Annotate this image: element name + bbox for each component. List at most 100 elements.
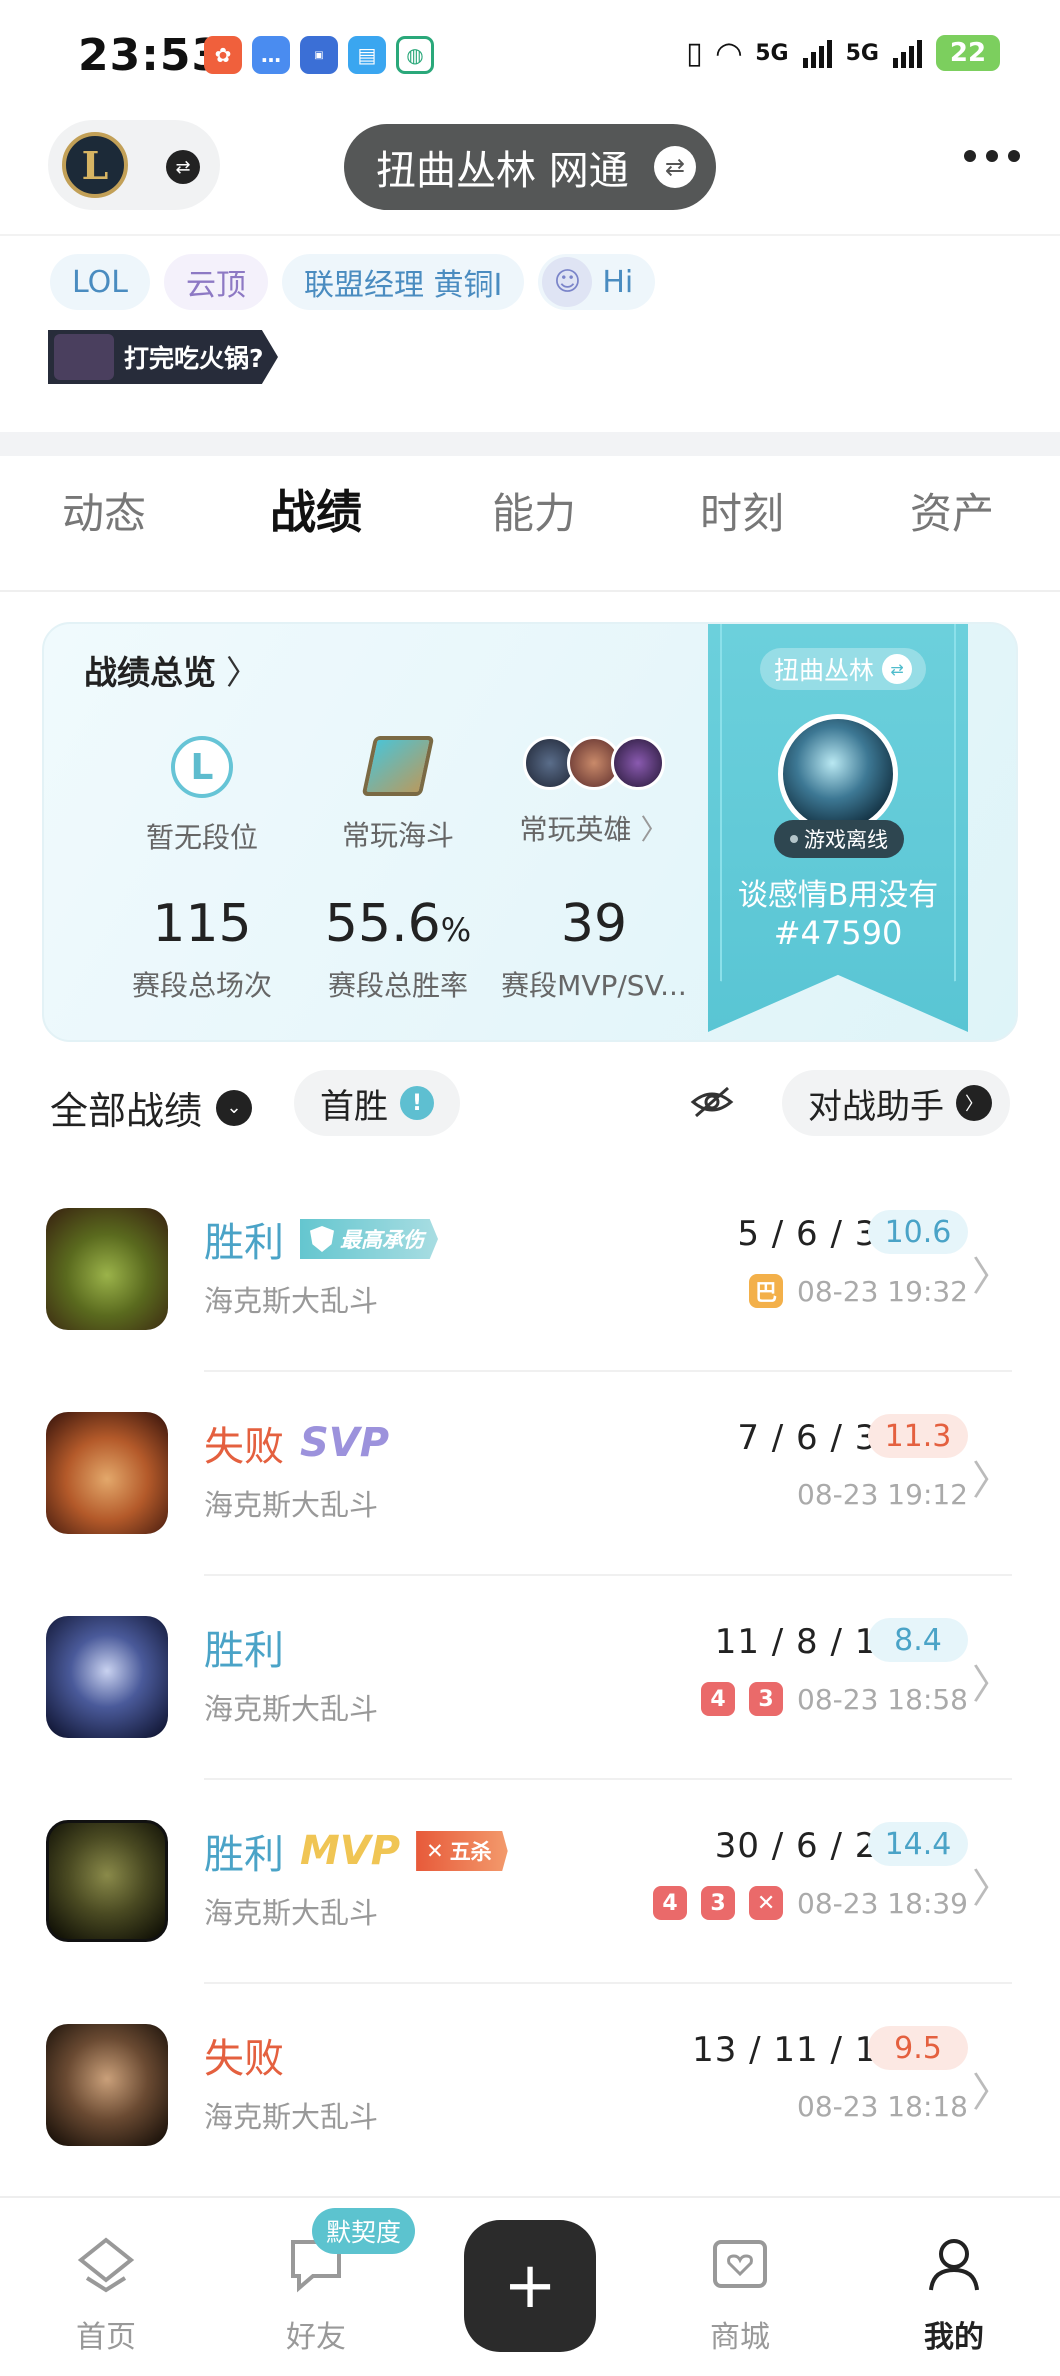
first-win-button[interactable]: 首胜 !	[294, 1070, 460, 1136]
penta-kill-icon: ✕	[749, 1886, 784, 1920]
divider	[0, 234, 1060, 236]
record-overview-card[interactable]: 战绩总览〉 L 暂无段位 常玩海斗 常玩英雄 〉 115 55.6% 39 赛段…	[42, 622, 1018, 1042]
server-switch-button[interactable]: 扭曲丛林 网通 ⇄	[344, 124, 716, 210]
match-meta: 08-23 19:12	[797, 1478, 968, 1511]
champion-avatar	[46, 1412, 168, 1534]
user-icon	[929, 2239, 979, 2291]
tag-lol[interactable]: LOL	[50, 254, 150, 310]
match-row[interactable]: 失败 SVP 海克斯大乱斗 7 / 6 / 35 11.3 08-23 19:1…	[0, 1372, 1060, 1576]
nav-home-label: 首页	[76, 2320, 136, 2355]
match-score: 8.4	[868, 1618, 968, 1662]
match-meta: 巴 08-23 19:32	[749, 1274, 968, 1308]
chevron-down-icon: ⌄	[216, 1089, 253, 1126]
position-label: 常玩海斗	[341, 819, 454, 852]
position-icon	[361, 736, 435, 796]
mvp-count-value: 39	[560, 894, 628, 954]
swap-icon: ⇄	[654, 146, 696, 188]
tab-assets[interactable]: 资产	[910, 480, 994, 541]
match-result: 胜利 最高承伤	[204, 1210, 438, 1268]
chevron-right-icon: 〉	[972, 2070, 1012, 2116]
first-win-label: 首胜	[320, 1086, 388, 1127]
nav-home[interactable]: 首页	[46, 2234, 166, 2356]
chevron-right-icon: 〉	[972, 1662, 1012, 1708]
match-result: 胜利 MVP ✕ 五杀	[204, 1822, 508, 1880]
book-notification-icon: ▤	[348, 36, 386, 74]
home-icon	[77, 2237, 135, 2293]
overview-title[interactable]: 战绩总览〉	[84, 646, 259, 694]
app-market-icon: ▣	[300, 36, 338, 74]
match-result: 失败 SVP	[204, 1420, 390, 1470]
chevron-right-icon: 〉	[972, 1866, 1012, 1912]
chevron-right-icon: 〉	[972, 1254, 1012, 1300]
eye-hidden-icon[interactable]	[690, 1084, 734, 1120]
champion-avatar	[46, 1208, 168, 1330]
tag-tft[interactable]: 云顶	[163, 254, 268, 310]
network-label-2: 5G	[845, 40, 879, 66]
anime-avatar-icon: ☺	[542, 257, 593, 307]
match-time: 08-23 19:12	[797, 1478, 968, 1511]
game-switch-button[interactable]: L ⇄	[48, 120, 220, 210]
player-name: 谈感情B用没有	[737, 878, 939, 913]
banner-text: 打完吃火锅?	[124, 344, 264, 373]
shield-icon	[310, 1226, 334, 1252]
ribbon-server-badge[interactable]: 扭曲丛林 ⇄	[760, 648, 927, 690]
nav-mine[interactable]: 我的	[894, 2234, 1014, 2356]
match-time: 08-23 19:32	[797, 1274, 968, 1308]
match-row[interactable]: 胜利 海克斯大乱斗 11 / 8 / 13 8.4 4 3 08-23 18:5…	[0, 1576, 1060, 1780]
mvp-label: MVP	[300, 1828, 401, 1874]
swap-icon: ⇄	[882, 654, 913, 684]
nav-friends-label: 好友	[286, 2320, 346, 2355]
tab-records[interactable]: 战绩	[270, 476, 362, 542]
tab-moments[interactable]: 时刻	[700, 480, 784, 541]
tag-manager[interactable]: 联盟经理 黄铜I	[281, 254, 525, 310]
game-mode: 海克斯大乱斗	[204, 1488, 379, 1522]
player-tag-id: #47590	[773, 914, 903, 952]
rank-label: 暂无段位	[145, 821, 258, 854]
tag-hi[interactable]: ☺ Hi	[538, 254, 656, 310]
heroes-column[interactable]: 常玩英雄 〉	[494, 736, 694, 848]
add-post-button[interactable]: +	[464, 2220, 596, 2352]
all-records-label: 全部战绩	[50, 1089, 203, 1133]
chevron-right-icon: 〉	[972, 1458, 1012, 1504]
chat-notification-icon: …	[252, 36, 290, 74]
battle-assistant-label: 对战助手	[808, 1086, 944, 1127]
status-indicators: ▯ ◠ 5G 5G 22	[686, 34, 1000, 72]
triple-kill-icon: 3	[701, 1886, 736, 1920]
match-row[interactable]: 胜利 MVP ✕ 五杀 海克斯大乱斗 30 / 6 / 23 14.4 4 3 ✕…	[0, 1780, 1060, 1984]
heroes-label: 常玩英雄 〉	[519, 813, 669, 846]
match-score: 14.4	[868, 1822, 968, 1866]
section-gap	[0, 432, 1060, 456]
achievement-tag: 最高承伤	[300, 1219, 438, 1259]
divider	[0, 590, 1060, 592]
total-games-value: 115	[152, 894, 252, 954]
app-notification-icon: ✿	[204, 36, 242, 74]
profile-avatar[interactable]	[778, 714, 898, 834]
match-row[interactable]: 胜利 最高承伤 海克斯大乱斗 5 / 6 / 30 10.6 巴 08-23 1…	[0, 1168, 1060, 1372]
title-banner[interactable]: 打完吃火锅?	[48, 330, 278, 384]
online-status-badge: 游戏离线	[774, 820, 904, 858]
plus-icon: +	[503, 2249, 557, 2323]
win-rate-value: 55.6%	[324, 894, 472, 954]
more-icon[interactable]	[964, 150, 1020, 162]
app-shield-icon: ◍	[396, 36, 434, 74]
quadra-kill-icon: 4	[701, 1682, 736, 1716]
profile-tags: LOL 云顶 联盟经理 黄铜I ☺ Hi	[50, 254, 656, 310]
penta-kill-tag: ✕ 五杀	[416, 1831, 508, 1871]
match-meta: 08-23 18:18	[797, 2090, 968, 2123]
nav-shop[interactable]: 商城	[680, 2234, 800, 2356]
tag-hi-label: Hi	[602, 264, 634, 300]
battle-assistant-button[interactable]: 对战助手 〉	[782, 1070, 1010, 1136]
game-mode: 海克斯大乱斗	[204, 2100, 379, 2134]
battery-icon: 22	[936, 35, 1000, 71]
match-result: 胜利	[204, 1628, 284, 1674]
tab-feed[interactable]: 动态	[62, 480, 146, 541]
match-row[interactable]: 失败 海克斯大乱斗 13 / 11 / 10 9.5 08-23 18:18 〉	[0, 1984, 1060, 2188]
rank-icon: L	[171, 736, 233, 798]
match-score: 10.6	[868, 1210, 968, 1254]
game-mode: 海克斯大乱斗	[204, 1896, 379, 1930]
tab-ability[interactable]: 能力	[492, 480, 576, 541]
all-records-dropdown[interactable]: 全部战绩 ⌄	[50, 1080, 253, 1135]
position-column: 常玩海斗	[298, 736, 498, 854]
match-score: 11.3	[868, 1414, 968, 1458]
hero-avatars	[494, 736, 694, 790]
